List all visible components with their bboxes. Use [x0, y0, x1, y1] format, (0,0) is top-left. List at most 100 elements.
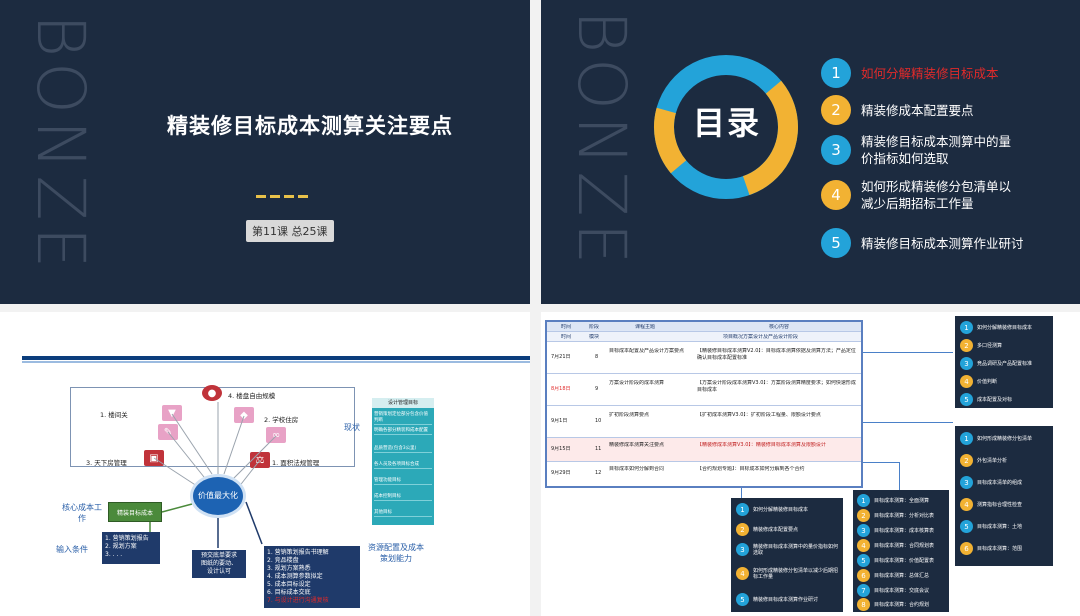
panel-text: 目标成本测算：交底会议	[874, 587, 930, 594]
row-no: 12	[595, 470, 602, 476]
side-row: 明确各部分精装和成本配置	[374, 428, 432, 435]
panel-text: 目标成本测算：合同规划表	[874, 542, 935, 549]
row-no: 11	[595, 446, 602, 452]
row-topic: 目标成本如何分解到合同	[609, 466, 665, 472]
toc-number: 3	[821, 135, 851, 165]
side-row: 其他目标	[374, 510, 432, 517]
input-item: 1. 营销策划报告	[105, 535, 149, 542]
panel-number: 1	[960, 321, 973, 334]
panel-text: 如何形成精装修分包清单以减少后期招标工作量	[753, 567, 839, 580]
side-table-header: 设计管理目标	[372, 398, 434, 408]
watermark: BONZE	[563, 10, 640, 271]
panel-text: 竞品调研及产品配置标准	[977, 360, 1033, 367]
title-dash	[284, 195, 294, 198]
title-dash	[270, 195, 280, 198]
toc-slide[interactable]: BONZE 目录 1 如何分解精装修目标成本 2 精装修成本配置要点 3 精装修…	[541, 0, 1080, 304]
row-date: 9月29日	[551, 470, 571, 476]
row-content: 【扩初成本测算V3.0】：扩初阶段工程量、限额设计要点	[697, 412, 821, 418]
row-date: 8月18日	[551, 386, 571, 392]
panel-number: 8	[857, 598, 870, 611]
label-core: 核心成本工作	[62, 503, 102, 523]
row-no: 9	[595, 386, 599, 392]
table-row-highlight: 9月15日 11 精装修成本测算关注要点 【精装修成本测算V3.0】：精装修目标…	[547, 438, 861, 462]
toc-text: 如何分解精装修目标成本	[861, 65, 999, 81]
panel-number: 5	[960, 393, 973, 406]
input-item: 2. 规划方案	[105, 543, 137, 550]
row-topic: 方案设计阶段的成本测算	[609, 380, 665, 386]
panel-number: 4	[857, 539, 870, 552]
panel-text: 成本配置及对标	[977, 396, 1013, 403]
toc-number: 5	[821, 228, 851, 258]
panel-text: 目标成本测算：价值配置表	[874, 557, 935, 564]
panel-number: 4	[960, 498, 973, 511]
toc-text: 精装修目标成本测算作业研讨	[861, 235, 1024, 251]
schedule-slide[interactable]: 时间 阶段 课程主题 核心内容 时间 模块 项目概况方案设计及产品设计阶段 7月…	[541, 312, 1080, 616]
row-content: 【方案设计阶段成本测算V3.0】：方案阶段测算精度要求；如何快速形成目标成本	[697, 380, 856, 393]
panel-text: 目标成本测算：分析对比表	[874, 512, 935, 519]
panel-text: 如何形成精装修分包清单	[977, 435, 1033, 442]
toc-item-5[interactable]: 5 精装修目标成本测算作业研讨	[821, 228, 1024, 258]
panel-text: 目标成本清单的组成	[977, 479, 1023, 486]
row-topic: 扩初阶段测算要点	[609, 412, 650, 418]
value-center: 价值最大化	[190, 474, 246, 518]
step-item: 4. 成本测算参数拟定	[267, 573, 323, 580]
step-item: 1. 营销策划报告书理解	[267, 549, 329, 556]
step-item: 7. 与设计进行沟通复核	[267, 597, 329, 604]
panel-text: 精装修目标成本测算作业研讨	[753, 596, 819, 603]
side-row: 各人员及各项目标合成	[374, 462, 432, 469]
panel-text: 目标成本测算：合约规划	[874, 601, 930, 608]
side-row: 品质营造(包含3公里)	[374, 446, 432, 453]
toc-item-3[interactable]: 3 精装修目标成本测算中的量价指标如何选取	[821, 133, 1011, 167]
panel-number: 3	[736, 543, 749, 556]
table-subheader: 模块	[589, 334, 600, 340]
input-list: 1. 营销策划报告 2. 规划方案 3. . . .	[102, 532, 160, 564]
panel-number: 5	[960, 520, 973, 533]
panel-number: 7	[857, 584, 870, 597]
title-slide[interactable]: BONZE 精装修目标成本测算关注要点 第11课 总25课	[0, 0, 530, 304]
panel-text: 精装修目标成本测算中的量价指标如何选取	[753, 543, 839, 556]
panel-text: 测算指标合理性检查	[977, 501, 1023, 508]
side-row: 营销策划定位部分包含价值判断	[374, 412, 432, 425]
panel-number: 4	[960, 375, 973, 388]
diagram-slide[interactable]: ● 4. 楼盘自由规模 ▼ ◆ 1. 楼间关 2. 学校住房 ✎ ∞ ▣ ⚖ 3…	[0, 312, 530, 616]
row-date: 9月15日	[551, 446, 571, 452]
toc-text: 精装修目标成本测算中的量价指标如何选取	[861, 134, 1012, 166]
target-cost-box: 精装目标成本	[108, 502, 162, 522]
panel-text: 多口径测算	[977, 342, 1003, 349]
design-box: 预交底单要求 图纸的要动、 设计认可	[192, 550, 246, 578]
panel-text: 价值判断	[977, 378, 998, 385]
toc-number: 1	[821, 58, 851, 88]
table-header: 时间	[561, 324, 572, 330]
table-subheader: 时间	[561, 334, 572, 340]
panel-c: 1 如何分解精装修目标成本 2 精装修成本配置要点 3 精装修目标成本测算中的量价指标…	[731, 498, 843, 612]
step-item: 3. 规划方案熟悉	[267, 565, 311, 572]
toc-item-4[interactable]: 4 如何形成精装修分包清单以减少后期招标工作量	[821, 178, 1011, 212]
row-no: 8	[595, 354, 599, 360]
panel-number: 2	[960, 339, 973, 352]
table-row: 8月18日 9 方案设计阶段的成本测算 【方案设计阶段成本测算V3.0】：方案阶…	[547, 374, 861, 406]
panel-number: 5	[736, 593, 749, 606]
panel-number: 3	[960, 357, 973, 370]
panel-number: 1	[960, 432, 973, 445]
toc-center-label: 目录	[692, 104, 761, 142]
connector	[863, 352, 953, 353]
connector	[863, 462, 899, 463]
panel-text: 目标成本测算：总体汇总	[874, 572, 930, 579]
toc-number: 4	[821, 180, 851, 210]
panel-number: 6	[960, 542, 973, 555]
row-no: 10	[595, 418, 602, 424]
steps-box: 1. 营销策划报告书理解 2. 竞品楼盘 3. 规划方案熟悉 4. 成本测算参数…	[264, 546, 360, 608]
panel-number: 6	[857, 569, 870, 582]
panel-text: 如何分解精装修目标成本	[977, 324, 1033, 331]
toc-number: 2	[821, 95, 851, 125]
table-row: 7月21日 8 目标成本配置及产品设计方案要点 【精装修目标成本测算V2.0】：…	[547, 342, 861, 374]
lesson-chip: 第11课 总25课	[246, 220, 334, 242]
panel-d: 1 目标成本测算：全面测算 2 目标成本测算：分析对比表 3 目标成本测算：成本核算表…	[853, 490, 949, 612]
toc-item-2[interactable]: 2 精装修成本配置要点	[821, 95, 974, 125]
step-item: 2. 竞品楼盘	[267, 557, 299, 564]
table-header: 核心内容	[769, 324, 790, 330]
panel-number: 2	[960, 454, 973, 467]
side-row: 管理功能目标	[374, 478, 432, 485]
panel-text: 目标成本测算：全面测算	[874, 497, 930, 504]
toc-item-1[interactable]: 1 如何分解精装修目标成本	[821, 58, 999, 88]
